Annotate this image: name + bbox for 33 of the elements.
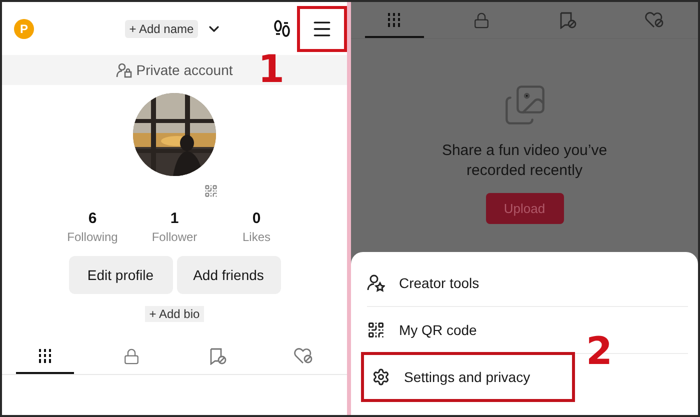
profile-action-button[interactable]: Edit profile [68,256,172,294]
heart-icon [294,348,314,364]
lock-icon [122,348,140,364]
stat-value: 6 [88,210,97,227]
footprints-icon[interactable] [273,18,291,38]
menu-item[interactable]: Settings and privacy [361,352,575,402]
person-star-icon [367,274,385,292]
add-name-button[interactable]: + Add name [125,20,198,38]
profile-action-button[interactable]: Add friends [176,256,280,294]
add-bio-button[interactable]: + Add bio [145,306,204,322]
grid-icon [38,349,52,363]
stat-value: 0 [252,210,261,227]
stat-value: 1 [170,210,179,227]
person-lock-icon [116,62,132,78]
qr-code-icon[interactable] [204,184,218,198]
lock-icon [472,12,490,28]
empty-message: Share a fun video you’ve recorded recently [440,141,608,181]
stat-label: Follower [152,230,198,244]
heart-icon [645,12,664,28]
step-number: 2 [586,332,612,370]
private-account-label: Private account [136,62,233,78]
menu-button[interactable] [297,6,347,52]
stat-label: Following [67,230,118,244]
menu-item[interactable]: Creator tools [367,261,480,305]
qr-code-icon [367,321,385,339]
bookmark-tag-icon [208,348,227,364]
images-icon [502,83,546,127]
step-number: 1 [258,50,284,88]
stat-label: Likes [242,230,270,244]
bookmark-tag-icon [558,12,577,28]
menu-item[interactable]: My QR code [367,308,477,352]
grid-icon [387,13,402,27]
settings-icon [372,368,390,386]
